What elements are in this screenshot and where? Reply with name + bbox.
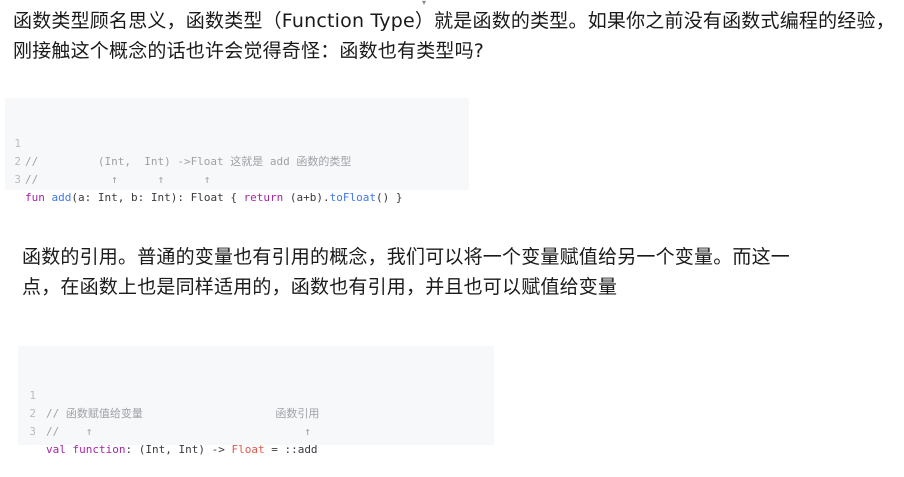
code-text: val function: (Int, Int) -> Float = ::ad… — [46, 441, 318, 459]
code-text: fun add(a: Int, b: Int): Float { return … — [25, 189, 403, 207]
code-tail: () } — [376, 191, 403, 204]
code-block-function-reference: 1 // 函数赋值给变量 函数引用 2 // ↑ ↑ 3 val functio… — [18, 346, 494, 456]
code-line-3: 3 fun add(a: Int, b: Int): Float { retur… — [5, 153, 469, 204]
line-number: 3 — [14, 173, 21, 186]
line-number: 3 — [29, 425, 36, 438]
keyword-return: return — [243, 191, 284, 204]
paragraph-function-reference: 函数的引用。普通的变量也有引用的概念，我们可以将一个变量赋值给另一个变量。而这一… — [22, 246, 791, 298]
code-line-3: 3 val function: (Int, Int) -> Float = ::… — [18, 405, 494, 456]
code-block-function-type: 1 // (Int, Int) ->Float 这就是 add 函数的类型 2 … — [5, 98, 469, 204]
code-comment: // ↑ ↑ — [46, 425, 311, 438]
cursor-mark-icon: ▾ — [422, 0, 427, 7]
code-comment: // ↑ ↑ ↑ — [25, 173, 211, 186]
code-line-2: 2 // ↑ ↑ — [18, 387, 494, 438]
code-line-2: 2 // ↑ ↑ ↑ — [5, 135, 469, 186]
method-name: toFloat — [329, 191, 377, 204]
keyword-fun: fun — [25, 191, 45, 204]
code-line-1: 1 // (Int, Int) ->Float 这就是 add 函数的类型 — [5, 117, 469, 168]
code-expression: (a+b). — [283, 191, 330, 204]
code-params: (a: Int, b: Int): Float { — [71, 191, 244, 204]
function-name: add — [51, 191, 72, 204]
paragraph-function-type: 函数类型顾名思义，函数类型（Function Type）就是函数的类型。如果你之… — [13, 10, 895, 62]
code-line-1: 1 // 函数赋值给变量 函数引用 — [18, 369, 494, 420]
